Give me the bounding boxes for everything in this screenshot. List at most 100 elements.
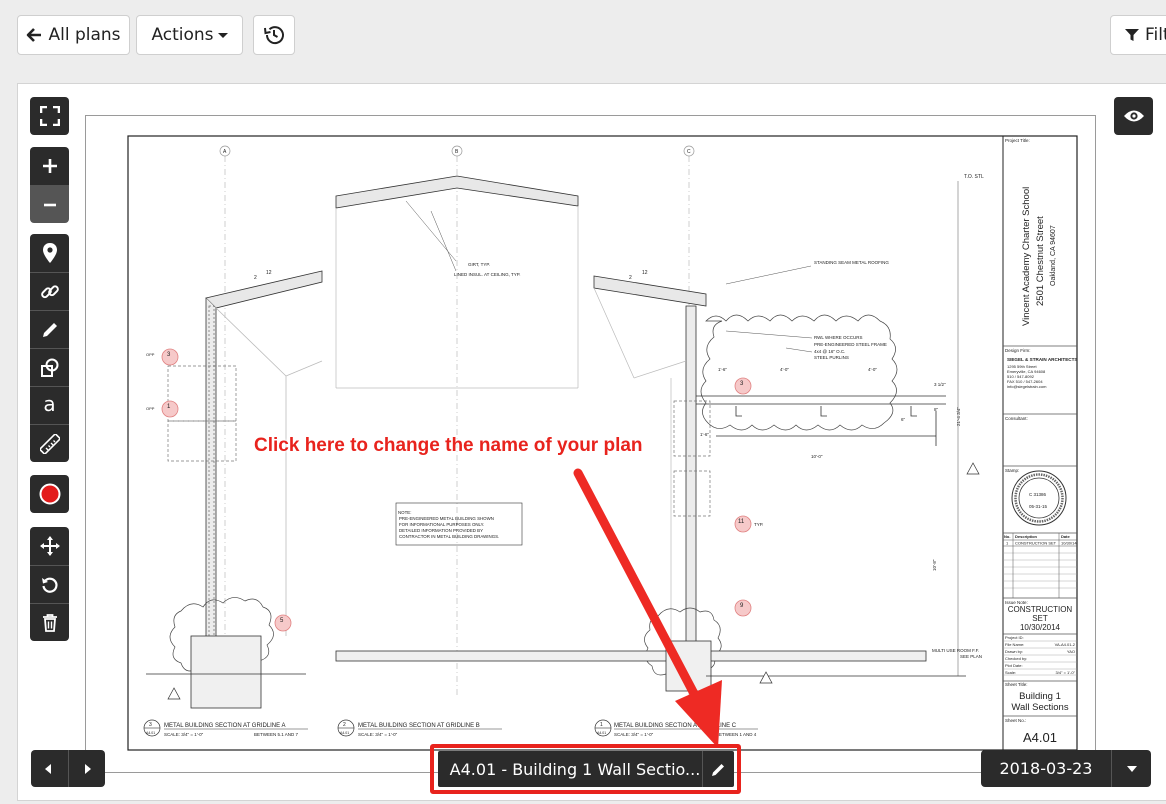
section-b-title: METAL BUILDING SECTION AT GRIDLINE B (358, 723, 480, 729)
rev-1-date: 10/30/14 (1061, 541, 1077, 546)
record-icon (39, 483, 60, 505)
section-a-sheet-ref: A4.01 (146, 731, 155, 735)
dim-10-8: 10'-8" (932, 559, 937, 571)
visibility-toggle-button[interactable] (1114, 97, 1153, 135)
all-plans-button[interactable]: All plans (17, 15, 130, 55)
checked-by-label: Checked by: (1005, 656, 1027, 661)
actions-dropdown-button[interactable]: Actions (136, 15, 243, 55)
note-box-line-1: PRE-ENGINEERED METAL BUILDING SHOWN (399, 516, 494, 521)
note-rwl: RWL WHERE OCCURS (814, 335, 863, 340)
plan-date[interactable]: 2018-03-23 (981, 759, 1111, 778)
zoom-out-button[interactable] (30, 185, 69, 223)
slope-12-left: 12 (266, 270, 272, 276)
sheet-title-1: Building 1 (1019, 691, 1061, 702)
dim-3-1-2: 3 1/2" (934, 382, 946, 387)
record-button[interactable] (30, 475, 69, 513)
undo-icon (41, 577, 57, 593)
delete-button[interactable] (30, 603, 69, 641)
issue-note-2: SET (1032, 614, 1048, 623)
plan-name-box[interactable]: A4.01 - Building 1 Wall Sectio... (438, 751, 734, 787)
rev-date-header: Date (1061, 534, 1070, 539)
note-box-line-2: FOR INFORMATIONAL PURPOSES ONLY. (399, 522, 484, 527)
link-tool-button[interactable] (30, 272, 69, 310)
dim-4-0-a: 4'-0" (780, 367, 789, 372)
consultant-label: Consultant: (1005, 416, 1028, 421)
project-city: Oakland, CA 94607 (1050, 225, 1057, 286)
filter-button[interactable]: Filter (1110, 15, 1166, 55)
note-4x4: 4x4 @ 16" O.C. (814, 349, 845, 354)
eye-icon (1123, 110, 1144, 122)
move-icon (39, 536, 60, 556)
project-title-label: Project Title: (1005, 138, 1030, 143)
section-a-between: BETWEEN 5.1 AND 7 (254, 732, 299, 737)
plan-name[interactable]: A4.01 - Building 1 Wall Sectio... (438, 760, 702, 779)
dim-6: 6" (901, 417, 906, 422)
opp-label-1: OPP (146, 352, 155, 357)
pen-tool-button[interactable] (30, 310, 69, 348)
date-dropdown-toggle[interactable] (1111, 750, 1151, 787)
text-tool-button[interactable]: a (30, 386, 69, 424)
section-b-number: 2 (343, 722, 346, 728)
map-pin-icon (42, 243, 57, 263)
filter-label: Filter (1145, 25, 1166, 45)
slope-12-right: 12 (642, 270, 648, 276)
undo-button[interactable] (30, 565, 69, 603)
section-b-scale: SCALE: 3/4" = 1'-0" (358, 732, 398, 737)
section-title-a: 3 A4.01 METAL BUILDING SECTION AT GRIDLI… (143, 719, 308, 737)
rev-description-header: Description (1015, 534, 1038, 539)
ruler-icon (39, 433, 60, 454)
gridline-c-label: C (687, 149, 691, 155)
plot-date-label: Plot Date: (1005, 663, 1023, 668)
typ-label: TYP. (754, 522, 763, 527)
design-firm-label: Design Firm: (1005, 348, 1031, 353)
plan-date-dropdown[interactable]: 2018-03-23 (981, 750, 1151, 787)
annotation-arrow (573, 468, 722, 748)
slope-2-right: 2 (629, 275, 632, 281)
note-pre-frame: PRE-ENGINEERED STEEL FRAME (814, 342, 887, 347)
dim-1-6-top: 1'-6" (718, 367, 727, 372)
link-icon (40, 284, 59, 298)
dim-1-6-side: 1'-6" (700, 432, 709, 437)
dim-8: 8" (934, 407, 939, 412)
history-button[interactable] (253, 15, 295, 55)
caret-left-icon (45, 763, 52, 774)
file-name-label: File Name: (1005, 642, 1024, 647)
shape-tool-button[interactable] (30, 348, 69, 386)
pin-tool-button[interactable] (30, 234, 69, 272)
minus-icon (43, 203, 56, 206)
note-box-line-3: DETAILED INFORMATION PROVIDED BY (399, 528, 483, 533)
move-tool-button[interactable] (30, 527, 69, 565)
project-address: 2501 Chestnut Street (1035, 216, 1046, 306)
firm-name: SIEGEL & STRAIN ARCHITECTS (1007, 357, 1077, 362)
dim-4-0-b: 4'-0" (868, 367, 877, 372)
measure-tool-button[interactable] (30, 424, 69, 462)
page-navigation (31, 750, 105, 787)
arrow-left-icon (27, 28, 42, 42)
text-icon: a (43, 391, 56, 416)
filter-icon (1125, 29, 1139, 41)
edit-plan-name-button[interactable] (702, 751, 734, 787)
project-name: Vincent Academy Charter School (1021, 187, 1032, 326)
multi-use-room-label: MULTI USE ROOM F.F. (932, 648, 979, 653)
section-b-sheet-ref: A4.01 (340, 731, 349, 735)
project-id-label: Project ID: (1005, 635, 1024, 640)
issue-note-1: CONSTRUCTION (1008, 605, 1073, 614)
issue-date: 10/30/2014 (1020, 623, 1061, 632)
rev-no-header: No. (1004, 534, 1010, 539)
rev-1-no: 1 (1006, 541, 1009, 546)
rev-1-desc: CONSTRUCTION SET (1015, 541, 1057, 546)
shapes-icon (40, 358, 58, 377)
all-plans-label: All plans (48, 25, 121, 45)
note-purlins: STEEL PURLINS (814, 355, 849, 360)
section-a-title: METAL BUILDING SECTION AT GRIDLINE A (164, 723, 285, 729)
zoom-in-button[interactable] (30, 147, 69, 185)
fullscreen-button[interactable] (30, 97, 69, 135)
previous-page-button[interactable] (31, 750, 68, 787)
caret-down-icon (217, 32, 228, 38)
next-page-button[interactable] (67, 750, 106, 787)
to-stl-label: T.O. STL (964, 174, 984, 180)
annotation-callout: Click here to change the name of your pl… (254, 435, 643, 456)
drawn-by-value: YAO (1067, 649, 1075, 654)
sheet-title-label: Sheet Title: (1005, 682, 1028, 687)
dim-10-0: 10'-0" (811, 454, 823, 459)
